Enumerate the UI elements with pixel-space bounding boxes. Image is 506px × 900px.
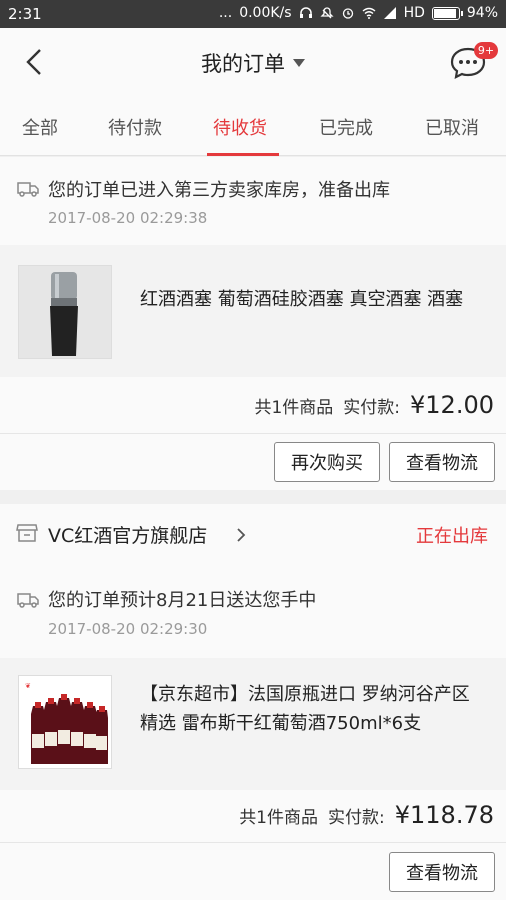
tab-cancelled[interactable]: 已取消 [425,114,479,140]
track-shipment-button[interactable]: 查看物流 [389,852,495,892]
battery-percent: 94% [466,5,498,21]
order-card: 您的订单已进入第三方卖家库房，准备出库 2017-08-20 02:29:38 … [0,157,506,490]
truck-icon [17,593,39,608]
battery-fill [433,8,456,18]
wifi-icon [362,7,376,19]
alarm-icon [342,8,353,19]
shipping-message[interactable]: 您的订单预计8月21日送达您手中 [48,586,316,612]
product-name: 红酒酒塞 葡萄酒硅胶酒塞 真空酒塞 酒塞 [140,289,464,310]
caret-down-icon [293,59,305,67]
tab-pending-payment[interactable]: 待付款 [108,114,162,140]
status-time: 2:31 [8,5,42,23]
store-icon [16,524,38,542]
store-name[interactable]: VC红酒官方旗舰店 [48,521,207,548]
headphones-icon [299,7,312,18]
order-summary: 共1件商品 实付款: ¥118.78 [239,801,494,829]
order-status: 正在出库 [416,526,488,547]
divider [0,842,506,843]
signal-icon [383,7,396,19]
header: 我的订单 [0,28,506,96]
mute-icon [319,7,334,19]
order-card: VC红酒官方旗舰店 正在出库 您的订单预计8月21日送达您手中 2017-08-… [0,504,506,900]
product-thumbnail: ❦ [18,675,112,769]
product-thumbnail [18,265,112,359]
chevron-right-icon [237,528,246,542]
item-count: 共1件商品 [239,808,319,828]
divider [0,433,506,434]
product-row[interactable]: ❦ 【京东超市】法国原瓶进口 罗纳河谷产区精选 雷布斯干红葡萄酒750ml*6支 [0,658,506,790]
message-badge: 9+ [474,42,498,59]
svg-text:❦: ❦ [25,682,31,690]
truck-icon [17,182,39,197]
order-tabs: 全部 待付款 待收货 已完成 已取消 [0,96,506,156]
tab-all[interactable]: 全部 [22,114,58,140]
active-tab-indicator [207,153,279,156]
battery-icon [431,6,463,20]
product-row[interactable]: 红酒酒塞 葡萄酒硅胶酒塞 真空酒塞 酒塞 [0,245,506,377]
paid-label: 实付款: [343,398,401,418]
track-shipment-button[interactable]: 查看物流 [389,442,495,482]
order-summary: 共1件商品 实付款: ¥12.00 [254,391,494,419]
page-title[interactable]: 我的订单 [0,48,506,78]
network-speed: 0.00K/s [239,5,292,21]
tab-completed[interactable]: 已完成 [319,114,373,140]
paid-amount: ¥118.78 [394,801,494,829]
product-name: 【京东超市】法国原瓶进口 罗纳河谷产区精选 雷布斯干红葡萄酒750ml*6支 [140,684,470,734]
paid-label: 实付款: [328,808,385,828]
status-bar: 2:31 ... 0.00K/s HD 94% [0,0,506,28]
page-title-text: 我的订单 [201,52,285,76]
shipping-message[interactable]: 您的订单已进入第三方卖家库房，准备出库 [48,176,390,202]
shipping-time: 2017-08-20 02:29:30 [48,620,208,638]
item-count: 共1件商品 [254,398,334,418]
network-type: HD [403,5,425,21]
wine-bottles-image: ❦ [19,676,111,768]
shipping-time: 2017-08-20 02:29:38 [48,209,208,227]
status-dots: ... [218,5,233,21]
buy-again-button[interactable]: 再次购买 [274,442,380,482]
wine-stopper-image [19,266,111,358]
paid-amount: ¥12.00 [410,391,494,419]
tab-pending-receipt[interactable]: 待收货 [213,114,267,140]
